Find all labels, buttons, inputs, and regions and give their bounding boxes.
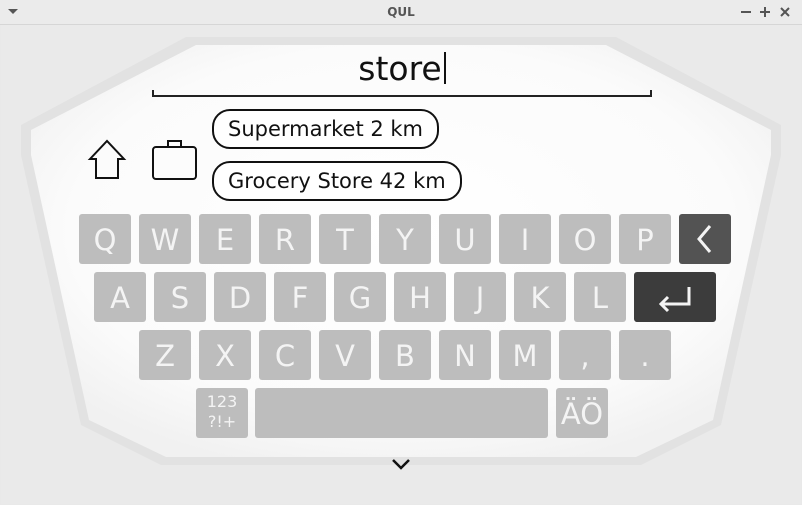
key-f[interactable]: F	[274, 272, 326, 322]
key-s[interactable]: S	[154, 272, 206, 322]
home-icon[interactable]	[87, 137, 127, 181]
key-h[interactable]: H	[394, 272, 446, 322]
app-content: store Supermarket 2 km Grocery Store 42 …	[1, 25, 801, 504]
key-j[interactable]: J	[454, 272, 506, 322]
space-key[interactable]	[255, 388, 548, 438]
key-x[interactable]: X	[199, 330, 251, 380]
window-title: QUL	[387, 5, 415, 19]
language-key[interactable]: ÄÖ	[556, 388, 608, 438]
symbols-key[interactable]: 123 ?!+	[196, 388, 248, 438]
symbols-key-numbers: 123	[206, 392, 238, 411]
key-z[interactable]: Z	[139, 330, 191, 380]
symbols-key-punctuation: ?!+	[207, 412, 237, 431]
key-w[interactable]: W	[139, 214, 191, 264]
key-k[interactable]: K	[514, 272, 566, 322]
suggestion-chip[interactable]: Supermarket 2 km	[212, 109, 440, 149]
key-a[interactable]: A	[94, 272, 146, 322]
key-p[interactable]: P	[619, 214, 671, 264]
close-icon[interactable]	[776, 3, 794, 21]
enter-icon	[658, 287, 691, 313]
maximize-icon[interactable]	[756, 3, 774, 21]
key-b[interactable]: B	[379, 330, 431, 380]
briefcase-icon[interactable]	[151, 138, 199, 182]
key-g[interactable]: G	[334, 272, 386, 322]
key-i[interactable]: I	[499, 214, 551, 264]
key-v[interactable]: V	[319, 330, 371, 380]
suggestion-chip[interactable]: Grocery Store 42 km	[212, 161, 462, 201]
key-u[interactable]: U	[439, 214, 491, 264]
search-input-value: store	[358, 49, 442, 88]
key-n[interactable]: N	[439, 330, 491, 380]
search-input[interactable]: store	[152, 49, 652, 88]
minimize-icon[interactable]	[737, 3, 755, 21]
key-q[interactable]: Q	[79, 214, 131, 264]
key-e[interactable]: E	[199, 214, 251, 264]
key-period[interactable]: .	[619, 330, 671, 380]
key-l[interactable]: L	[574, 272, 626, 322]
key-c[interactable]: C	[259, 330, 311, 380]
key-t[interactable]: T	[319, 214, 371, 264]
enter-key[interactable]	[634, 272, 716, 322]
key-y[interactable]: Y	[379, 214, 431, 264]
backspace-icon	[697, 225, 712, 253]
key-r[interactable]: R	[259, 214, 311, 264]
key-o[interactable]: O	[559, 214, 611, 264]
key-d[interactable]: D	[214, 272, 266, 322]
text-caret	[443, 52, 446, 84]
key-comma[interactable]: ,	[559, 330, 611, 380]
input-underline	[152, 90, 652, 97]
backspace-key[interactable]	[679, 214, 731, 264]
window-titlebar: QUL	[0, 0, 802, 25]
key-m[interactable]: M	[499, 330, 551, 380]
chevron-down-icon[interactable]	[389, 455, 413, 473]
